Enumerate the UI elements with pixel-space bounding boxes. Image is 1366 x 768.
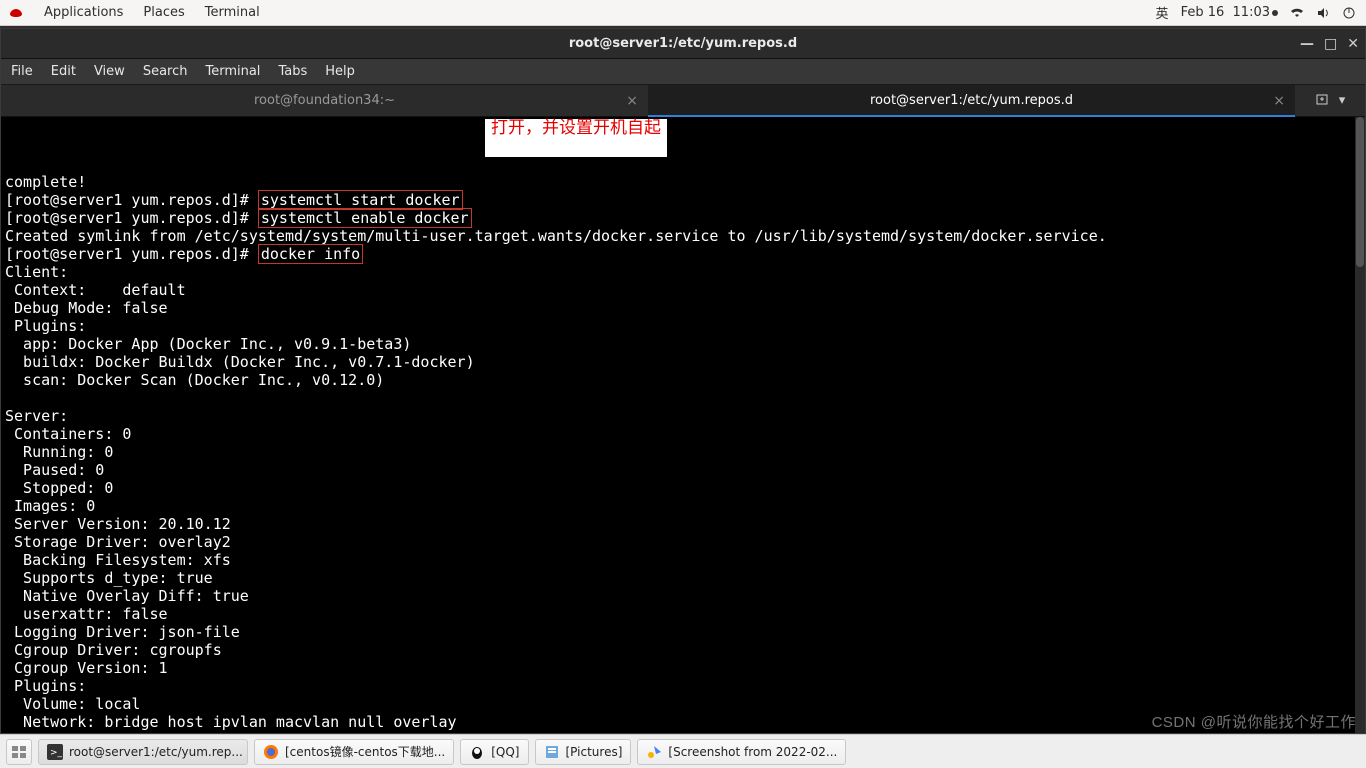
menu-help[interactable]: Help [325,64,355,79]
volume-icon[interactable] [1316,6,1330,20]
task-label: [Pictures] [566,745,623,759]
taskbar: >_ root@server1:/etc/yum.rep... [centos镜… [0,734,1366,768]
task-label: [Screenshot from 2022-02... [668,745,837,759]
task-qq[interactable]: [QQ] [460,739,528,765]
menu-applications[interactable]: Applications [44,5,123,20]
tab-label: root@server1:/etc/yum.repos.d [870,93,1073,108]
task-label: [centos镜像-centos下载地... [285,743,445,760]
show-desktop-button[interactable] [6,739,32,765]
top-panel: Applications Places Terminal 英 Feb 16 11… [0,0,1366,26]
wifi-icon[interactable] [1290,6,1304,20]
svg-text:>_: >_ [50,748,63,758]
task-screenshot[interactable]: [Screenshot from 2022-02... [637,739,846,765]
redhat-icon [8,5,24,21]
window-title: root@server1:/etc/yum.repos.d [569,36,797,51]
task-firefox[interactable]: [centos镜像-centos下载地... [254,739,454,765]
menu-view[interactable]: View [94,64,125,79]
task-label: root@server1:/etc/yum.rep... [69,745,243,759]
maximize-button[interactable]: □ [1324,36,1337,52]
new-tab-icon[interactable] [1315,92,1329,110]
watermark: CSDN @听说你能找个好工作 [1152,711,1356,732]
task-terminal[interactable]: >_ root@server1:/etc/yum.rep... [38,739,248,765]
tab-close-icon[interactable]: × [626,93,638,109]
menu-tabs[interactable]: Tabs [278,64,307,79]
menu-places[interactable]: Places [143,5,184,20]
minimize-button[interactable]: — [1300,36,1314,52]
tabs-row: root@foundation34:~ × root@server1:/etc/… [1,85,1365,117]
annotation-overlay: 打开，并设置开机自起 [485,119,667,157]
task-pictures[interactable]: [Pictures] [535,739,632,765]
window-titlebar[interactable]: root@server1:/etc/yum.repos.d — □ ✕ [1,29,1365,59]
terminal-body[interactable]: 打开，并设置开机自起 complete! [root@server1 yum.r… [1,117,1365,733]
close-button[interactable]: ✕ [1347,36,1359,52]
power-icon[interactable] [1342,6,1356,20]
menu-terminal[interactable]: Terminal [205,5,260,20]
tab-label: root@foundation34:~ [254,93,395,108]
menu-dropdown-icon[interactable]: ▾ [1339,93,1346,108]
menubar: File Edit View Search Terminal Tabs Help [1,59,1365,85]
menu-terminal-m[interactable]: Terminal [205,64,260,79]
terminal-window: root@server1:/etc/yum.repos.d — □ ✕ File… [0,28,1366,734]
menu-edit[interactable]: Edit [51,64,76,79]
task-label: [QQ] [491,745,519,759]
clock-date[interactable]: Feb 16 11:03 [1181,5,1278,20]
input-method-indicator[interactable]: 英 [1156,3,1169,22]
tab-server1[interactable]: root@server1:/etc/yum.repos.d × [648,85,1295,116]
menu-file[interactable]: File [11,64,33,79]
tab-close-icon[interactable]: × [1273,93,1285,109]
menu-search[interactable]: Search [143,64,188,79]
tab-foundation[interactable]: root@foundation34:~ × [1,85,648,116]
